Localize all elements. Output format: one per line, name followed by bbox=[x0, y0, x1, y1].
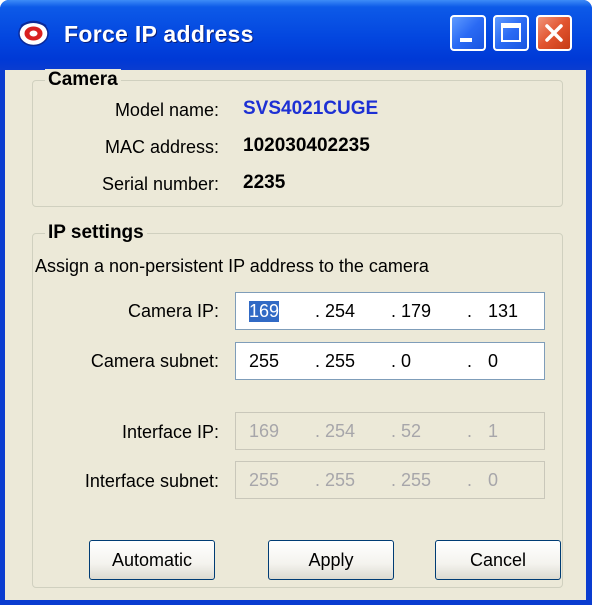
camera-subnet-dot-3: . bbox=[467, 351, 473, 371]
minimize-icon[interactable] bbox=[450, 15, 486, 51]
dialog-body: Camera Model name: SVS4021CUGE MAC addre… bbox=[5, 69, 586, 600]
window-title: Force IP address bbox=[64, 21, 254, 47]
ip-settings-group: IP settings bbox=[32, 222, 563, 588]
camera-subnet-octet-1[interactable]: 255 bbox=[249, 351, 279, 372]
interface-ip-dot-1: . bbox=[315, 421, 321, 441]
serial-number-label: Serial number: bbox=[101, 174, 219, 194]
interface-subnet-field: 255 . 255 . 255 . 0 bbox=[235, 461, 545, 499]
serial-number-value: 2235 bbox=[243, 172, 286, 193]
interface-ip-octet-1: 169 bbox=[249, 421, 280, 441]
interface-ip-octet-3: 52 bbox=[401, 421, 422, 441]
camera-subnet-label: Camera subnet: bbox=[90, 351, 219, 371]
camera-ip-dot-3: . bbox=[467, 301, 473, 321]
interface-subnet-dot-1: . bbox=[315, 470, 321, 490]
apply-button[interactable]: Apply bbox=[268, 540, 394, 580]
interface-ip-octet-4: 1 bbox=[488, 421, 499, 441]
maximize-icon[interactable] bbox=[493, 15, 529, 51]
camera-subnet-octet-2[interactable]: 255 bbox=[325, 351, 355, 372]
model-name-value: SVS4021CUGE bbox=[243, 98, 379, 119]
interface-subnet-label: Interface subnet: bbox=[84, 471, 219, 491]
mac-address-label: MAC address: bbox=[104, 137, 219, 157]
dialog-window: Force IP address Camera Model name: SVS4… bbox=[0, 0, 592, 605]
camera-ip-octet-2[interactable]: 254 bbox=[325, 301, 355, 322]
cancel-button[interactable]: Cancel bbox=[435, 540, 561, 580]
interface-subnet-dot-3: . bbox=[467, 470, 473, 490]
camera-ip-field[interactable]: 169 . 254 . 179 . 131 bbox=[235, 292, 545, 330]
camera-ip-label: Camera IP: bbox=[127, 301, 219, 321]
camera-group-title: Camera bbox=[45, 69, 121, 91]
camera-ip-octet-1[interactable]: 169 bbox=[249, 301, 280, 322]
interface-ip-field: 169 . 254 . 52 . 1 bbox=[235, 412, 545, 450]
interface-subnet-octet-2: 255 bbox=[325, 470, 356, 490]
close-icon[interactable] bbox=[536, 15, 572, 51]
interface-subnet-octet-3: 255 bbox=[401, 470, 432, 490]
interface-ip-label: Interface IP: bbox=[121, 422, 219, 442]
camera-subnet-octet-3[interactable]: 0 bbox=[401, 351, 411, 372]
camera-subnet-field[interactable]: 255 . 255 . 0 . 0 bbox=[235, 342, 545, 380]
camera-ip-dot-1: . bbox=[315, 301, 321, 321]
title-bar[interactable]: Force IP address bbox=[0, 0, 592, 70]
automatic-button[interactable]: Automatic bbox=[89, 540, 215, 580]
camera-ip-octet-3[interactable]: 179 bbox=[401, 301, 431, 322]
camera-subnet-dot-1: . bbox=[315, 351, 321, 371]
ip-settings-group-title: IP settings bbox=[45, 222, 147, 244]
camera-subnet-dot-2: . bbox=[391, 351, 397, 371]
camera-ip-dot-2: . bbox=[391, 301, 397, 321]
interface-ip-dot-2: . bbox=[391, 421, 397, 441]
ip-settings-description: Assign a non-persistent IP address to th… bbox=[35, 256, 429, 276]
mac-address-value: 102030402235 bbox=[243, 135, 370, 156]
interface-ip-dot-3: . bbox=[467, 421, 473, 441]
interface-subnet-octet-4: 0 bbox=[488, 470, 499, 490]
model-name-label: Model name: bbox=[114, 100, 219, 120]
interface-subnet-dot-2: . bbox=[391, 470, 397, 490]
camera-ip-octet-4[interactable]: 131 bbox=[488, 301, 518, 322]
interface-subnet-octet-1: 255 bbox=[249, 470, 280, 490]
camera-subnet-octet-4[interactable]: 0 bbox=[488, 351, 498, 372]
interface-ip-octet-2: 254 bbox=[325, 421, 356, 441]
network-camera-icon bbox=[18, 20, 49, 47]
